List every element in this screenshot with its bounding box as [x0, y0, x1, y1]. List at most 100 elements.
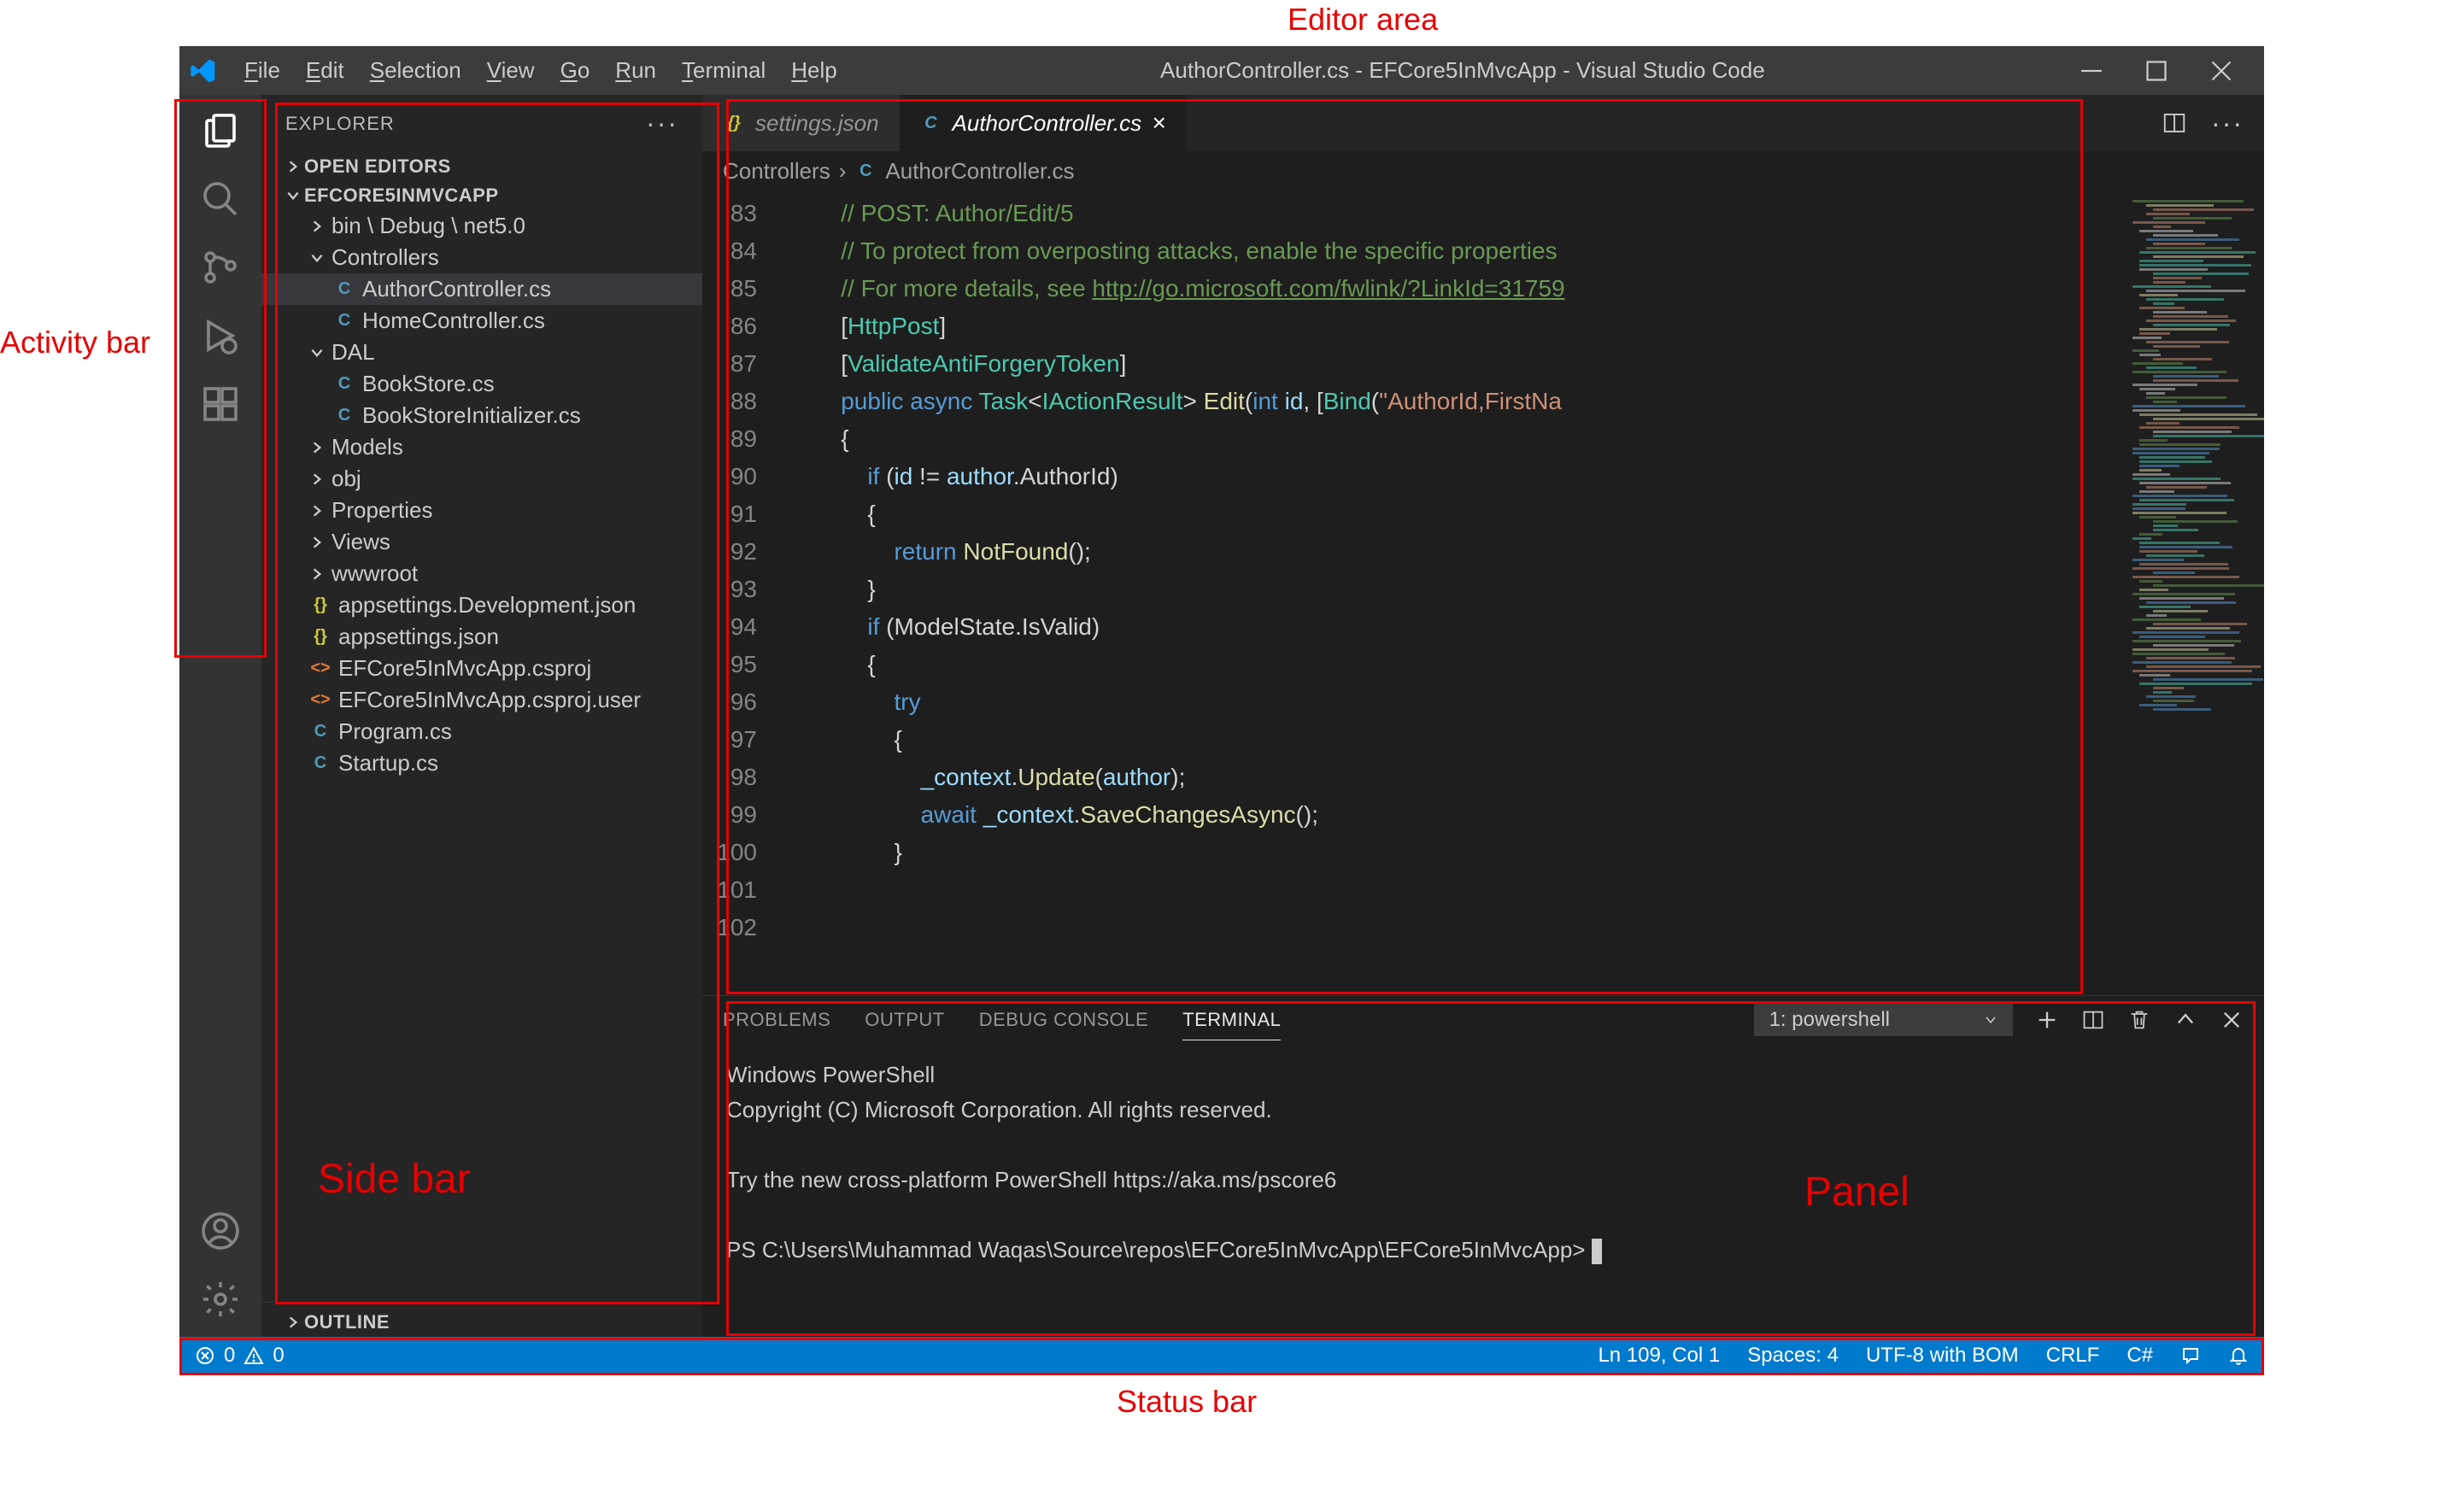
- tree-item-label: DAL: [331, 339, 375, 366]
- run-debug-icon[interactable]: [200, 315, 241, 356]
- file-tree: bin \ Debug \ net5.0ControllersCAuthorCo…: [261, 210, 702, 779]
- menu-help[interactable]: Help: [779, 52, 848, 89]
- indent-status[interactable]: Spaces: 4: [1747, 1344, 1839, 1368]
- editor-tab[interactable]: CAuthorController.cs×: [900, 95, 1187, 151]
- tree-item-label: Controllers: [331, 244, 439, 271]
- folder-item[interactable]: wwwroot: [261, 558, 702, 589]
- sidebar-more-icon[interactable]: ···: [646, 108, 678, 139]
- file-type-icon: {}: [723, 112, 745, 134]
- chevron-icon: [309, 345, 325, 360]
- folder-item[interactable]: obj: [261, 463, 702, 495]
- outline-section[interactable]: OUTLINE: [261, 1302, 702, 1337]
- menu-selection[interactable]: Selection: [358, 52, 473, 89]
- project-section[interactable]: EFCORE5INMVCAPP: [261, 181, 702, 210]
- close-icon[interactable]: ×: [1152, 109, 1165, 137]
- file-item[interactable]: CStartup.cs: [261, 747, 702, 779]
- close-panel-icon[interactable]: [2220, 1008, 2244, 1032]
- menu-view[interactable]: View: [475, 52, 547, 89]
- search-icon[interactable]: [200, 179, 241, 220]
- minimize-button[interactable]: [2076, 56, 2107, 86]
- folder-item[interactable]: Views: [261, 526, 702, 558]
- tab-terminal[interactable]: TERMINAL: [1182, 1000, 1281, 1040]
- editor-tabs: {} settings.json CAuthorController.cs× ···: [702, 95, 2264, 151]
- error-count[interactable]: 0: [224, 1344, 235, 1368]
- folder-item[interactable]: Controllers: [261, 242, 702, 273]
- extensions-icon[interactable]: [200, 384, 241, 425]
- editor-tab[interactable]: {} settings.json: [702, 95, 900, 151]
- terminal-select[interactable]: 1: powershell: [1754, 1004, 2013, 1036]
- file-item[interactable]: {} appsettings.json: [261, 621, 702, 653]
- file-item[interactable]: <>EFCore5InMvcApp.csproj: [261, 653, 702, 684]
- maximize-button[interactable]: [2141, 56, 2172, 86]
- file-type-icon: <>: [309, 689, 331, 712]
- folder-item[interactable]: Models: [261, 431, 702, 463]
- encoding-status[interactable]: UTF-8 with BOM: [1866, 1344, 2019, 1368]
- tab-label: settings.json: [755, 110, 879, 137]
- annotation-status-bar: Status bar: [1117, 1384, 1257, 1420]
- menu-file[interactable]: File: [232, 52, 292, 89]
- file-type-icon: C: [309, 721, 331, 743]
- file-item[interactable]: CProgram.cs: [261, 716, 702, 747]
- eol-status[interactable]: CRLF: [2046, 1344, 2100, 1368]
- file-type-icon: C: [333, 278, 355, 301]
- title-bar: File Edit Selection View Go Run Terminal…: [179, 46, 2264, 95]
- explorer-icon[interactable]: [200, 110, 241, 151]
- error-icon[interactable]: [195, 1345, 215, 1366]
- breadcrumb[interactable]: Controllers › C AuthorController.cs: [702, 151, 2264, 191]
- tab-debug-console[interactable]: DEBUG CONSOLE: [979, 1000, 1148, 1040]
- file-item[interactable]: CBookStore.cs: [261, 368, 702, 400]
- file-item[interactable]: CHomeController.cs: [261, 305, 702, 337]
- menu-terminal[interactable]: Terminal: [670, 52, 777, 89]
- status-bar: 0 0 Ln 109, Col 1 Spaces: 4 UTF-8 with B…: [179, 1337, 2264, 1374]
- feedback-icon[interactable]: [2180, 1345, 2201, 1366]
- file-type-icon: C: [333, 310, 355, 332]
- cursor-position[interactable]: Ln 109, Col 1: [1598, 1344, 1720, 1368]
- account-icon[interactable]: [200, 1210, 241, 1251]
- code-content[interactable]: // POST: Author/Edit/5 // To protect fro…: [788, 191, 2127, 995]
- minimap[interactable]: [2127, 191, 2264, 995]
- chevron-down-icon: [1984, 1013, 1998, 1027]
- tree-item-label: wwwroot: [331, 560, 418, 587]
- split-editor-icon[interactable]: [2162, 110, 2187, 136]
- source-control-icon[interactable]: [200, 247, 241, 288]
- terminal-cursor: [1592, 1239, 1602, 1264]
- warning-count[interactable]: 0: [273, 1344, 284, 1368]
- chevron-icon: [309, 472, 325, 487]
- file-item[interactable]: CAuthorController.cs: [261, 273, 702, 305]
- chevron-up-icon[interactable]: [2174, 1008, 2197, 1032]
- file-type-icon: C: [309, 753, 331, 775]
- menu-edit[interactable]: Edit: [294, 52, 356, 89]
- vscode-logo-icon: [190, 57, 217, 85]
- window-title: AuthorController.cs - EFCore5InMvcApp - …: [849, 57, 2076, 84]
- folder-item[interactable]: Properties: [261, 495, 702, 526]
- editor-more-icon[interactable]: ···: [2211, 108, 2244, 139]
- close-button[interactable]: [2206, 56, 2237, 86]
- settings-gear-icon[interactable]: [200, 1279, 241, 1320]
- warning-icon[interactable]: [243, 1345, 264, 1366]
- open-editors-section[interactable]: OPEN EDITORS: [261, 152, 702, 181]
- menu-run[interactable]: Run: [603, 52, 668, 89]
- code-editor[interactable]: 8384858687888990919293949596979899100101…: [702, 191, 2264, 995]
- bell-icon[interactable]: [2228, 1345, 2249, 1366]
- folder-item[interactable]: DAL: [261, 337, 702, 368]
- terminal-content[interactable]: Windows PowerShell Copyright (C) Microso…: [702, 1044, 2264, 1337]
- split-terminal-icon[interactable]: [2081, 1008, 2105, 1032]
- trash-icon[interactable]: [2127, 1008, 2151, 1032]
- file-type-icon: C: [333, 405, 355, 427]
- file-item[interactable]: <>EFCore5InMvcApp.csproj.user: [261, 684, 702, 716]
- language-status[interactable]: C#: [2127, 1344, 2153, 1368]
- menu-go[interactable]: Go: [549, 52, 602, 89]
- new-terminal-icon[interactable]: [2035, 1008, 2059, 1032]
- tab-output[interactable]: OUTPUT: [865, 1000, 944, 1040]
- tree-item-label: appsettings.json: [338, 624, 499, 650]
- chevron-icon: [309, 566, 325, 582]
- panel-tabs: PROBLEMS OUTPUT DEBUG CONSOLE TERMINAL 1…: [702, 996, 2264, 1044]
- file-type-icon: {}: [309, 626, 331, 648]
- file-item[interactable]: {}appsettings.Development.json: [261, 589, 702, 621]
- folder-item[interactable]: bin \ Debug \ net5.0: [261, 210, 702, 242]
- file-item[interactable]: CBookStoreInitializer.cs: [261, 400, 702, 431]
- chevron-icon: [309, 440, 325, 455]
- tab-problems[interactable]: PROBLEMS: [723, 1000, 830, 1040]
- file-type-icon: <>: [309, 658, 331, 680]
- file-type-icon: C: [920, 112, 942, 134]
